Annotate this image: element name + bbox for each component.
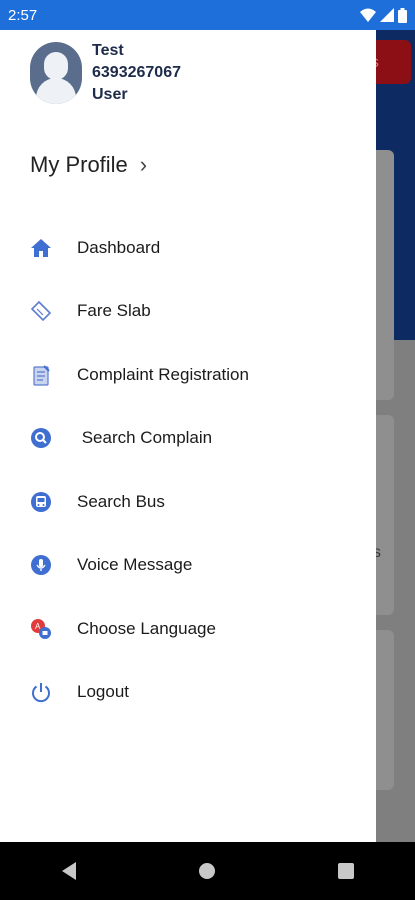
user-info: Test 6393267067 User (92, 42, 181, 104)
back-icon[interactable] (57, 859, 81, 883)
menu-item-voice-message[interactable]: Voice Message (30, 534, 360, 598)
clipboard-icon (30, 364, 52, 386)
avatar (30, 42, 82, 104)
bus-icon (30, 491, 52, 513)
wifi-icon (360, 8, 376, 22)
menu-label: Search Bus (77, 491, 165, 511)
user-phone: 6393267067 (92, 64, 181, 81)
ticket-icon (30, 300, 52, 322)
menu-item-fare-slab[interactable]: Fare Slab (30, 280, 360, 344)
menu-item-dashboard[interactable]: Dashboard (30, 216, 360, 280)
menu-label: Dashboard (77, 237, 161, 257)
power-icon (30, 681, 52, 703)
recents-icon[interactable] (334, 859, 358, 883)
menu-item-logout[interactable]: Logout (30, 661, 360, 725)
menu-label: Search Complain (77, 428, 213, 448)
system-nav-bar (0, 842, 415, 900)
microphone-icon (30, 554, 52, 576)
my-profile-label: My Profile (30, 152, 128, 177)
chevron-right-icon: › (139, 152, 148, 177)
navigation-drawer: Test 6393267067 User My Profile › Dashbo… (0, 30, 376, 842)
battery-icon (398, 7, 407, 23)
user-name: Test (92, 42, 124, 59)
status-bar: 2:57 (0, 0, 415, 30)
my-profile-link[interactable]: My Profile › (30, 152, 147, 178)
menu-label: Choose Language (77, 618, 216, 638)
drawer-menu: Dashboard Fare Slab Complaint Registrati… (30, 216, 360, 724)
menu-label: Logout (77, 682, 129, 702)
status-icons (360, 7, 407, 23)
status-time: 2:57 (8, 6, 38, 24)
menu-label: Voice Message (77, 555, 193, 575)
menu-label: Fare Slab (77, 301, 151, 321)
signal-icon (380, 8, 394, 22)
language-icon: A (30, 618, 52, 640)
home-icon (30, 237, 52, 259)
user-role: User (92, 86, 128, 103)
search-circle-icon (30, 427, 52, 449)
menu-item-search-bus[interactable]: Search Bus (30, 470, 360, 534)
menu-item-search-complain[interactable]: Search Complain (30, 407, 360, 471)
home-button-icon[interactable] (195, 859, 219, 883)
menu-label: Complaint Registration (77, 364, 249, 384)
profile-header[interactable]: Test 6393267067 User (30, 42, 181, 104)
menu-item-complaint-registration[interactable]: Complaint Registration (30, 343, 360, 407)
menu-item-choose-language[interactable]: A Choose Language (30, 597, 360, 661)
